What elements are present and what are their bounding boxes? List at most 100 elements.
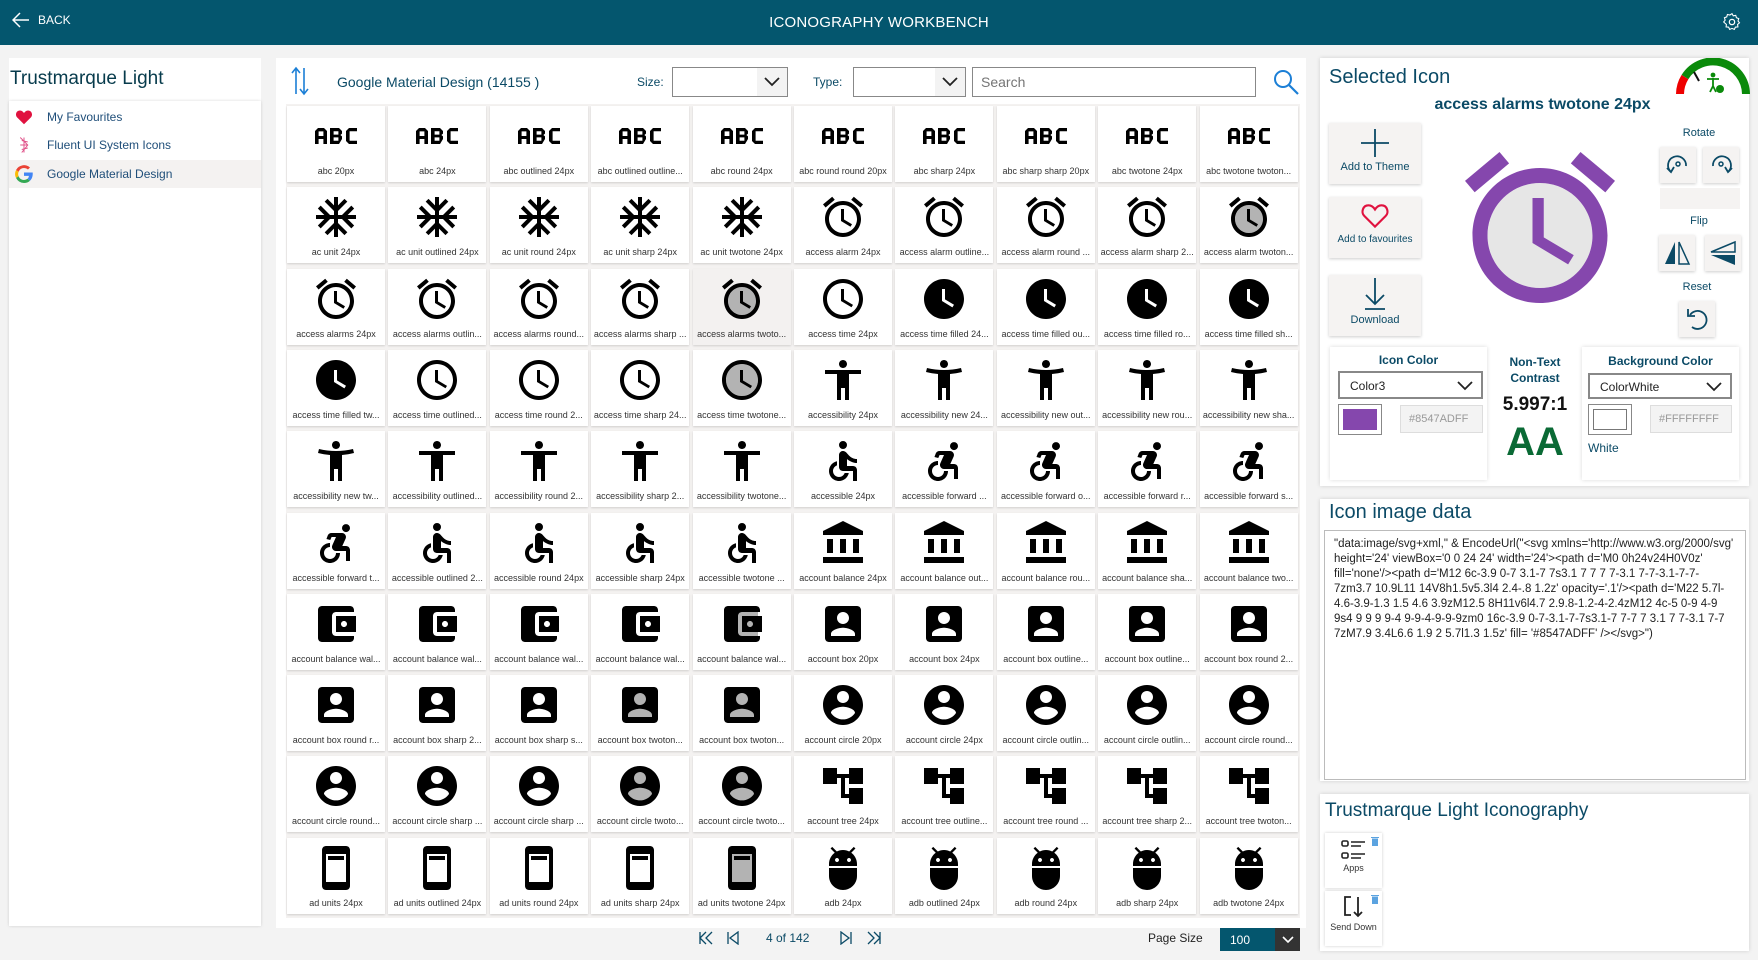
- icon-tile[interactable]: abc sharp 24px: [895, 106, 994, 182]
- icon-tile[interactable]: accessible forward o...: [996, 431, 1095, 508]
- sort-icon[interactable]: [290, 66, 310, 96]
- icon-tile[interactable]: ad units twotone 24px: [692, 837, 791, 914]
- icon-tile[interactable]: access time outlined...: [388, 349, 487, 426]
- icon-tile[interactable]: ac unit outlined 24px: [388, 187, 487, 264]
- icon-tile[interactable]: account circle twoto...: [591, 756, 690, 833]
- icon-tile[interactable]: accessibility 24px: [794, 349, 892, 426]
- page-size-dropdown[interactable]: 100: [1220, 928, 1300, 951]
- icon-tile[interactable]: ac unit 24px: [287, 187, 385, 264]
- icon-tile[interactable]: account balance wal...: [388, 593, 487, 670]
- icon-tile[interactable]: account circle sharp ...: [388, 756, 487, 833]
- icon-tile[interactable]: access alarm round ...: [996, 187, 1095, 264]
- icon-tile[interactable]: account balance wal...: [489, 593, 588, 670]
- icon-tile[interactable]: accessible forward t...: [287, 512, 385, 589]
- icon-tile[interactable]: abc 20px: [287, 106, 385, 182]
- search-icon[interactable]: [1272, 68, 1300, 96]
- icon-tile[interactable]: ad units 24px: [287, 837, 385, 914]
- rotate-right-button[interactable]: [1703, 147, 1739, 183]
- type-dropdown[interactable]: [853, 67, 966, 97]
- icon-tile[interactable]: account circle 20px: [794, 675, 892, 752]
- icon-tile[interactable]: account circle round...: [1199, 675, 1298, 752]
- background-color-swatch[interactable]: [1588, 404, 1632, 435]
- icon-tile[interactable]: account balance wal...: [692, 593, 791, 670]
- background-color-hex[interactable]: #FFFFFFFF: [1650, 405, 1732, 433]
- library-item-google-material[interactable]: Google Material Design: [9, 160, 261, 188]
- icon-tile[interactable]: ad units outlined 24px: [388, 837, 487, 914]
- theme-icon-send-down[interactable]: Send Down: [1325, 891, 1382, 946]
- icon-tile[interactable]: adb twotone 24px: [1199, 837, 1298, 914]
- icon-tile[interactable]: accessible forward ...: [895, 431, 994, 508]
- icon-tile[interactable]: account balance two...: [1199, 512, 1298, 589]
- icon-tile[interactable]: abc 24px: [388, 106, 487, 182]
- icon-tile[interactable]: access time sharp 24...: [591, 349, 690, 426]
- flip-vertical-button[interactable]: [1705, 235, 1741, 271]
- icon-tile[interactable]: adb round 24px: [996, 837, 1095, 914]
- icon-tile[interactable]: accessibility new rou...: [1098, 349, 1197, 426]
- next-page-icon[interactable]: [839, 931, 853, 945]
- icon-tile[interactable]: accessible outlined 2...: [388, 512, 487, 589]
- icon-tile[interactable]: account circle outlin...: [996, 675, 1095, 752]
- icon-tile[interactable]: accessibility outlined...: [388, 431, 487, 508]
- icon-tile[interactable]: accessible sharp 24px: [591, 512, 690, 589]
- icon-tile[interactable]: account circle 24px: [895, 675, 994, 752]
- icon-tile[interactable]: adb outlined 24px: [895, 837, 994, 914]
- library-item-fluent-ui[interactable]: Fluent UI System Icons: [9, 131, 261, 159]
- icon-tile[interactable]: account circle outlin...: [1098, 675, 1197, 752]
- icon-tile[interactable]: account box outline...: [1098, 593, 1197, 670]
- icon-tile[interactable]: access alarms outlin...: [388, 268, 487, 345]
- icon-tile[interactable]: accessibility new out...: [996, 349, 1095, 426]
- background-color-dropdown[interactable]: ColorWhite: [1588, 373, 1732, 399]
- icon-tile[interactable]: abc round 24px: [692, 106, 791, 182]
- icon-tile[interactable]: account tree round ...: [996, 756, 1095, 833]
- search-input[interactable]: [972, 67, 1256, 97]
- icon-tile[interactable]: ad units sharp 24px: [591, 837, 690, 914]
- icon-tile[interactable]: account box sharp s...: [489, 675, 588, 752]
- icon-tile[interactable]: access alarms twoto...: [692, 268, 791, 345]
- icon-tile[interactable]: adb 24px: [794, 837, 892, 914]
- icon-tile[interactable]: accessible twotone ...: [692, 512, 791, 589]
- icon-tile[interactable]: account box 20px: [794, 593, 892, 670]
- icon-tile[interactable]: abc outlined 24px: [489, 106, 588, 182]
- icon-tile[interactable]: access alarm twoton...: [1199, 187, 1298, 264]
- icon-tile[interactable]: abc twotone 24px: [1098, 106, 1197, 182]
- icon-tile[interactable]: account balance wal...: [287, 593, 385, 670]
- icon-tile[interactable]: account tree outline...: [895, 756, 994, 833]
- icon-tile[interactable]: account balance rou...: [996, 512, 1095, 589]
- icon-tile[interactable]: accessibility sharp 2...: [591, 431, 690, 508]
- icon-tile[interactable]: account balance sha...: [1098, 512, 1197, 589]
- icon-tile[interactable]: abc round round 20px: [794, 106, 892, 182]
- add-to-theme-button[interactable]: Add to Theme: [1329, 123, 1421, 184]
- download-button[interactable]: Download: [1329, 275, 1421, 336]
- flip-horizontal-button[interactable]: [1659, 235, 1695, 271]
- icon-tile[interactable]: access alarm 24px: [794, 187, 892, 264]
- icon-tile[interactable]: accessible 24px: [794, 431, 892, 508]
- icon-tile[interactable]: abc outlined outline...: [591, 106, 690, 182]
- first-page-icon[interactable]: [698, 931, 714, 945]
- icon-tile[interactable]: access alarm sharp 2...: [1098, 187, 1197, 264]
- icon-tile[interactable]: account circle round...: [287, 756, 385, 833]
- icon-tile[interactable]: access alarms 24px: [287, 268, 385, 345]
- icon-tile[interactable]: account box 24px: [895, 593, 994, 670]
- icon-tile[interactable]: account box outline...: [996, 593, 1095, 670]
- library-item-my-favourites[interactable]: My Favourites: [9, 103, 261, 131]
- icon-tile[interactable]: access time round 2...: [489, 349, 588, 426]
- gear-icon[interactable]: [1722, 12, 1742, 32]
- icon-tile[interactable]: access time 24px: [794, 268, 892, 345]
- icon-tile[interactable]: access time filled ro...: [1098, 268, 1197, 345]
- icon-tile[interactable]: accessible round 24px: [489, 512, 588, 589]
- icon-tile[interactable]: account tree twoton...: [1199, 756, 1298, 833]
- icon-image-data-textarea[interactable]: "data:image/svg+xml," & EncodeUrl("<svg …: [1324, 530, 1746, 780]
- last-page-icon[interactable]: [866, 931, 882, 945]
- icon-tile[interactable]: account balance 24px: [794, 512, 892, 589]
- icon-tile[interactable]: ac unit twotone 24px: [692, 187, 791, 264]
- icon-tile[interactable]: account box round 2...: [1199, 593, 1298, 670]
- icon-tile[interactable]: access time filled 24...: [895, 268, 994, 345]
- icon-tile[interactable]: account box round r...: [287, 675, 385, 752]
- icon-tile[interactable]: account box twoton...: [692, 675, 791, 752]
- icon-tile[interactable]: accessible forward s...: [1199, 431, 1298, 508]
- icon-tile[interactable]: accessibility twotone...: [692, 431, 791, 508]
- reset-button[interactable]: [1679, 301, 1715, 337]
- icon-tile[interactable]: accessibility new sha...: [1199, 349, 1298, 426]
- icon-tile[interactable]: accessible forward r...: [1098, 431, 1197, 508]
- icon-tile[interactable]: ac unit sharp 24px: [591, 187, 690, 264]
